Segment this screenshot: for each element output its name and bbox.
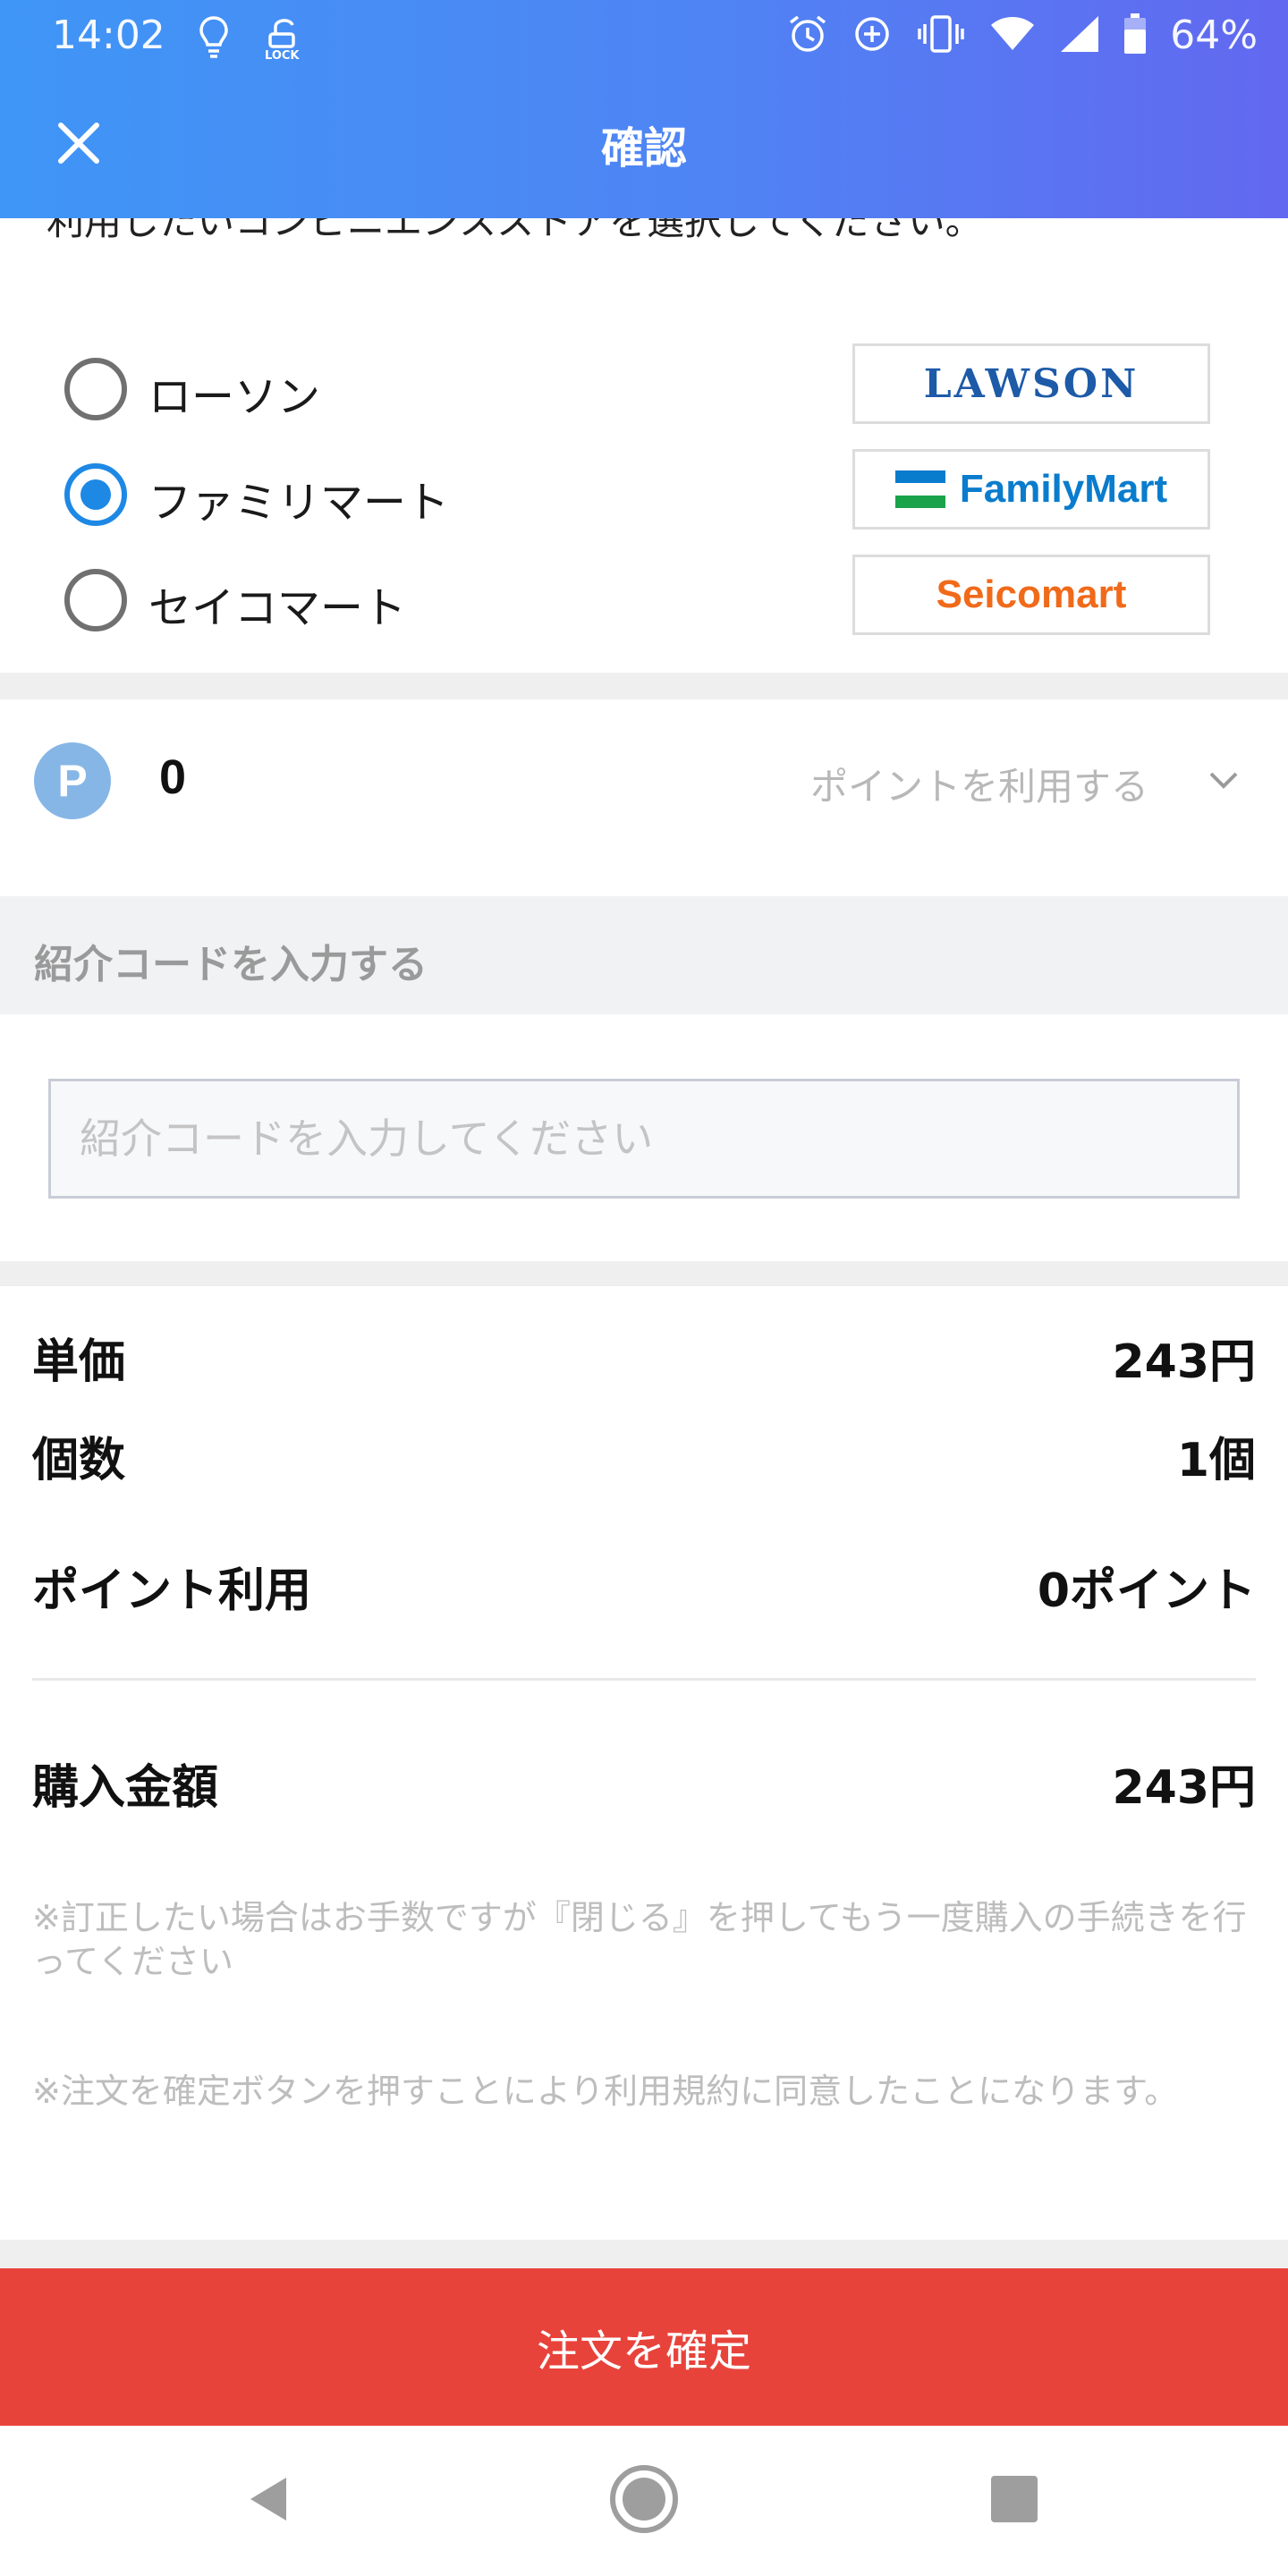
familymart-logo-text: FamilyMart xyxy=(959,467,1168,511)
section-divider xyxy=(0,2240,1288,2268)
signal-icon xyxy=(1059,14,1100,57)
familymart-logo: FamilyMart xyxy=(852,449,1210,530)
store-label: ローソン xyxy=(148,372,321,422)
points-row[interactable]: P 0 ポイントを利用する xyxy=(0,699,1288,894)
home-button[interactable] xyxy=(608,2463,680,2535)
battery-percent: 64% xyxy=(1170,13,1258,58)
section-divider xyxy=(0,673,1288,699)
total-label: 購入金額 xyxy=(32,1761,219,1815)
app-header: 14:02 LOCK 64% 確認 xyxy=(0,0,1288,218)
seicomart-logo-text: Seicomart xyxy=(936,572,1127,616)
seicomart-logo: Seicomart xyxy=(852,555,1210,635)
status-time: 14:02 xyxy=(52,13,165,58)
total-row: 購入金額 243円 xyxy=(32,1750,1256,1821)
radio-lawson[interactable] xyxy=(64,358,127,420)
chevron-down-icon[interactable] xyxy=(1206,762,1241,798)
points-usage-value: 0ポイント xyxy=(1037,1564,1256,1618)
store-label: セイコマート xyxy=(148,583,407,633)
recents-icon xyxy=(991,2476,1038,2522)
wifi-icon xyxy=(989,14,1036,57)
radio-familymart[interactable] xyxy=(64,463,127,526)
referral-code-input[interactable] xyxy=(48,1079,1240,1199)
store-option-familymart[interactable]: ファミリマート FamilyMart xyxy=(0,449,1288,538)
store-option-seicomart[interactable]: セイコマート Seicomart xyxy=(0,555,1288,644)
alarm-icon xyxy=(787,13,828,58)
back-button[interactable] xyxy=(234,2463,306,2535)
lawson-logo-text: LAWSON xyxy=(923,360,1140,407)
referral-section-header: 紹介コードを入力する xyxy=(0,896,1288,1014)
vibrate-icon xyxy=(916,13,966,58)
system-nav-bar xyxy=(0,2426,1288,2576)
points-usage-row: ポイント利用 0ポイント xyxy=(32,1553,1256,1624)
home-icon xyxy=(610,2465,678,2533)
store-option-lawson[interactable]: ローソン LAWSON xyxy=(0,343,1288,433)
familymart-flag-icon xyxy=(894,470,945,508)
points-value: 0 xyxy=(159,750,187,804)
section-divider xyxy=(0,1261,1288,1286)
use-points-link[interactable]: ポイントを利用する xyxy=(810,757,1148,811)
correction-note: ※訂正したい場合はお手数ですが『閉じる』を押してもう一度購入の手続きを行ってくだ… xyxy=(32,1898,1247,1982)
points-usage-label: ポイント利用 xyxy=(32,1564,312,1618)
back-icon xyxy=(250,2478,286,2521)
radio-seicomart[interactable] xyxy=(64,569,127,631)
referral-heading: 紹介コードを入力する xyxy=(34,942,428,987)
points-icon: P xyxy=(34,742,111,819)
unit-price-row: 単価 243円 xyxy=(32,1324,1256,1395)
store-label: ファミリマート xyxy=(148,478,450,528)
quantity-label: 個数 xyxy=(32,1434,126,1487)
lawson-logo: LAWSON xyxy=(852,343,1210,424)
unit-price-label: 単価 xyxy=(32,1335,126,1389)
svg-text:LOCK: LOCK xyxy=(265,49,300,61)
status-bar: 14:02 LOCK 64% xyxy=(0,0,1288,75)
data-saver-icon xyxy=(852,13,893,58)
terms-note: ※注文を確定ボタンを押すことにより利用規約に同意したことになります。 xyxy=(32,2072,1179,2111)
summary-divider xyxy=(32,1678,1256,1681)
confirm-order-button[interactable]: 注文を確定 xyxy=(0,2268,1288,2426)
total-value: 243円 xyxy=(1112,1761,1256,1815)
quantity-value: 1個 xyxy=(1176,1434,1256,1487)
recents-button[interactable] xyxy=(979,2463,1050,2535)
quantity-row: 個数 1個 xyxy=(32,1422,1256,1494)
lock-icon: LOCK xyxy=(263,14,308,64)
lightbulb-icon xyxy=(199,15,229,64)
page-title: 確認 xyxy=(600,123,687,174)
battery-icon xyxy=(1123,13,1147,58)
unit-price-value: 243円 xyxy=(1112,1335,1256,1389)
